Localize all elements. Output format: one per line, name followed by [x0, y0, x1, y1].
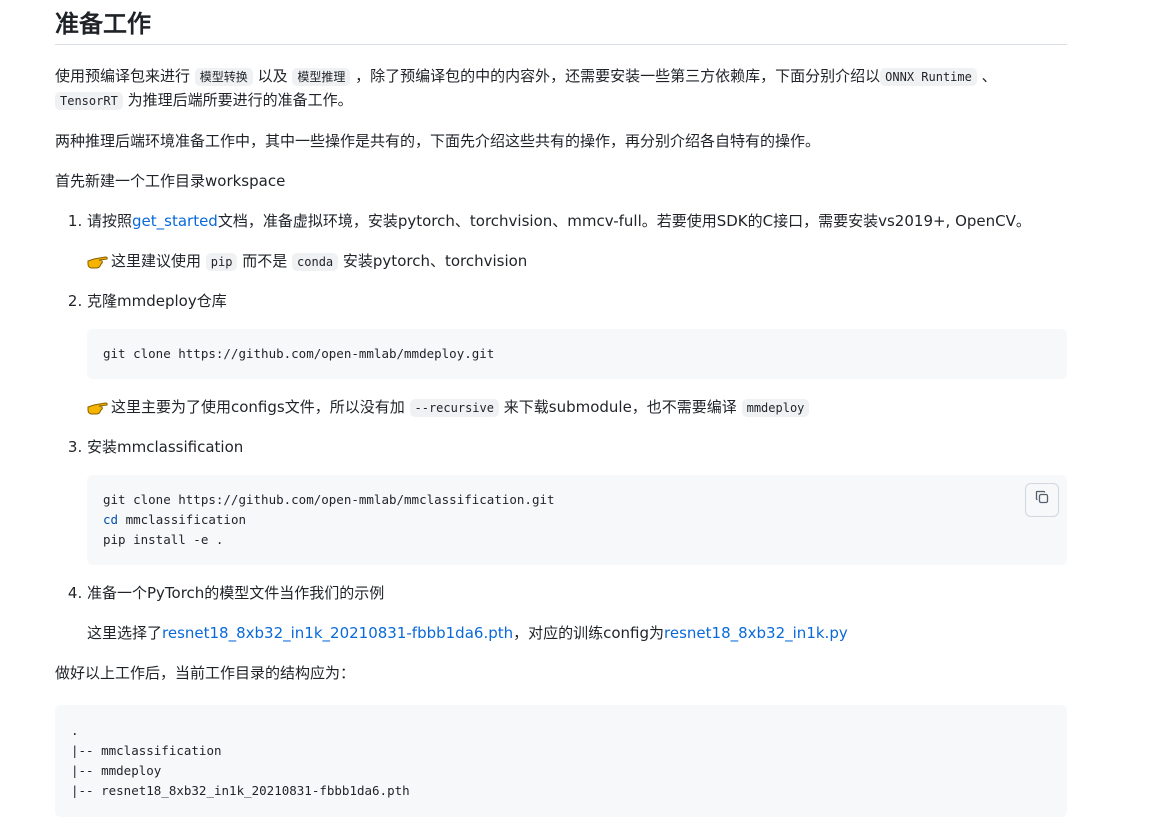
- page: 准备工作 使用预编译包来进行 模型转换 以及 模型推理 ，除了预编译包的中的内容…: [0, 0, 1151, 829]
- note-pip-text-2: 而不是: [237, 252, 293, 270]
- paragraph-structure: 做好以上工作后，当前工作目录的结构应为：: [55, 664, 356, 682]
- paragraph-workspace: 首先新建一个工作目录workspace: [55, 172, 286, 190]
- code-line: git clone https://github.com/open-mmlab/…: [103, 346, 495, 361]
- code-block-directory-tree[interactable]: . |-- mmclassification |-- mmdeploy |-- …: [55, 705, 1067, 817]
- intro-paragraph: 使用预编译包来进行 模型转换 以及 模型推理 ，除了预编译包的中的内容外，还需要…: [55, 65, 1067, 113]
- code-block-clone-mmdeploy[interactable]: git clone https://github.com/open-mmlab/…: [87, 329, 1067, 379]
- paragraph-common-ops: 两种推理后端环境准备工作中，其中一些操作是共有的，下面先介绍这些共有的操作，再分…: [55, 132, 821, 150]
- code-line: pip install -e .: [103, 532, 224, 547]
- intro-text-5: 为推理后端所要进行的准备工作。: [122, 91, 353, 109]
- markdown-content: 准备工作 使用预编译包来进行 模型转换 以及 模型推理 ，除了预编译包的中的内容…: [55, 0, 1067, 817]
- inline-code-recursive: --recursive: [409, 399, 499, 417]
- inline-code-conda: conda: [292, 253, 339, 271]
- inline-code-model-convert: 模型转换: [194, 68, 253, 86]
- intro-text-3: ，除了预编译包的中的内容外，还需要安装一些第三方依赖库，下面分别介绍以: [350, 67, 881, 85]
- tree-line: |-- resnet18_8xb32_in1k_20210831-fbbb1da…: [71, 783, 410, 798]
- config-link[interactable]: resnet18_8xb32_in1k.py: [664, 624, 848, 642]
- model-note-text-2: ，对应的训练config为: [513, 624, 665, 642]
- tree-line: |-- mmclassification: [71, 743, 222, 758]
- tree-line: |-- mmdeploy: [71, 763, 162, 778]
- pointing-hand-icon: [87, 252, 109, 270]
- get-started-link[interactable]: get_started: [132, 212, 218, 230]
- list-item: 克隆mmdeploy仓库 git clone https://github.co…: [87, 289, 1067, 419]
- inline-code-tensorrt: TensorRT: [55, 92, 123, 110]
- code-keyword: cd: [103, 512, 119, 527]
- note-pip: 这里建议使用 pip 而不是 conda 安装pytorch、torchvisi…: [87, 249, 1067, 273]
- note-pip-text-1: 这里建议使用: [111, 252, 206, 270]
- note-recursive: 这里主要为了使用configs文件，所以没有加 --recursive 来下载s…: [87, 395, 1067, 419]
- inline-code-mmdeploy: mmdeploy: [741, 399, 810, 417]
- copy-button[interactable]: [1025, 483, 1059, 517]
- note-recursive-text-1: 这里主要为了使用configs文件，所以没有加: [111, 398, 410, 416]
- inline-code-onnx-runtime: ONNX Runtime: [880, 68, 977, 86]
- inline-code-model-infer: 模型推理: [292, 68, 351, 86]
- model-note-text-1: 这里选择了: [87, 624, 163, 642]
- inline-code-pip: pip: [205, 253, 238, 271]
- step2-text: 克隆mmdeploy仓库: [87, 292, 227, 310]
- intro-text-1: 使用预编译包来进行: [55, 67, 195, 85]
- model-selection-note: 这里选择了resnet18_8xb32_in1k_20210831-fbbb1d…: [87, 621, 1067, 645]
- note-pip-text-3: 安装pytorch、torchvision: [338, 252, 528, 270]
- page-title: 准备工作: [55, 0, 1067, 45]
- step4-text: 准备一个PyTorch的模型文件当作我们的示例: [87, 584, 385, 602]
- intro-text-4: 、: [976, 67, 997, 85]
- tree-line: .: [71, 723, 79, 738]
- step1-text-2: 文档，准备虚拟环境，安装pytorch、torchvision、mmcv-ful…: [217, 212, 1031, 230]
- code-line: git clone https://github.com/open-mmlab/…: [103, 492, 555, 507]
- list-item: 安装mmclassification git clone https://git…: [87, 435, 1067, 565]
- step3-text: 安装mmclassification: [87, 438, 244, 456]
- list-item: 请按照get_started文档，准备虚拟环境，安装pytorch、torchv…: [87, 209, 1067, 273]
- steps-list: 请按照get_started文档，准备虚拟环境，安装pytorch、torchv…: [55, 209, 1067, 645]
- copy-icon: [1034, 489, 1050, 511]
- code-line: mmclassification: [118, 512, 246, 527]
- intro-text-2: 以及: [252, 67, 293, 85]
- step1-text-1: 请按照: [87, 212, 133, 230]
- code-block-install-mmcls[interactable]: git clone https://github.com/open-mmlab/…: [87, 475, 1067, 565]
- pointing-hand-icon: [87, 398, 109, 416]
- note-recursive-text-2: 来下载submodule，也不需要编译: [498, 398, 742, 416]
- list-item: 准备一个PyTorch的模型文件当作我们的示例 这里选择了resnet18_8x…: [87, 581, 1067, 645]
- checkpoint-link[interactable]: resnet18_8xb32_in1k_20210831-fbbb1da6.pt…: [162, 624, 513, 642]
